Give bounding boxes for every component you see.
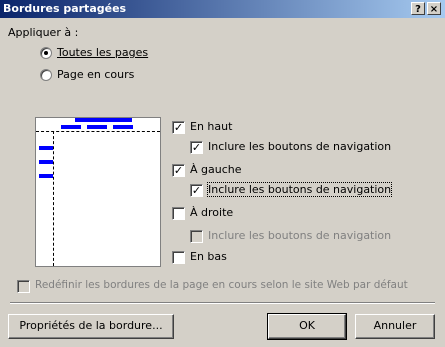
right-nav-label: Inclure les boutons de navigation <box>208 229 392 242</box>
preview-left-nav-1 <box>39 146 53 150</box>
title-bar: Bordures partagées ? × <box>0 0 445 18</box>
preview-top-nav-1 <box>61 125 81 129</box>
top-label[interactable]: En haut <box>190 120 232 133</box>
current-page-radio[interactable] <box>40 69 52 81</box>
preview-top-border-line <box>36 131 160 132</box>
right-nav-checkbox <box>190 230 203 243</box>
bottom-checkbox[interactable] <box>172 251 185 264</box>
top-nav-label[interactable]: Inclure les boutons de navigation <box>208 140 391 153</box>
preview-top-banner <box>75 118 132 122</box>
ok-button[interactable]: OK <box>267 313 347 340</box>
left-checkbox[interactable]: ✓ <box>172 164 185 177</box>
cancel-button[interactable]: Annuler <box>355 314 435 339</box>
right-checkbox[interactable] <box>172 207 185 220</box>
border-properties-button[interactable]: Propriétés de la bordure... <box>8 314 174 339</box>
all-pages-radio[interactable] <box>40 47 52 59</box>
reset-label: Redéfinir les bordures de la page en cou… <box>35 279 408 291</box>
preview-left-nav-2 <box>39 160 53 164</box>
help-button[interactable]: ? <box>411 2 425 15</box>
top-checkbox[interactable]: ✓ <box>172 121 185 134</box>
separator <box>10 302 435 304</box>
right-label[interactable]: À droite <box>190 206 233 219</box>
border-preview <box>35 117 161 267</box>
reset-checkbox <box>17 280 30 293</box>
bottom-label[interactable]: En bas <box>190 250 227 263</box>
preview-left-border-line <box>53 131 54 266</box>
dialog-title: Bordures partagées <box>3 2 127 15</box>
left-nav-checkbox[interactable]: ✓ <box>190 184 203 197</box>
current-page-label[interactable]: Page en cours <box>57 68 134 81</box>
left-nav-label[interactable]: Inclure les boutons de navigation <box>206 182 393 197</box>
close-button[interactable]: × <box>427 2 441 15</box>
all-pages-label[interactable]: Toutes les pages <box>57 46 148 59</box>
preview-top-nav-3 <box>113 125 133 129</box>
left-label[interactable]: À gauche <box>190 163 242 176</box>
apply-to-label: Appliquer à : <box>8 26 79 39</box>
preview-top-nav-2 <box>87 125 107 129</box>
preview-left-nav-3 <box>39 174 53 178</box>
top-nav-checkbox[interactable]: ✓ <box>190 141 203 154</box>
